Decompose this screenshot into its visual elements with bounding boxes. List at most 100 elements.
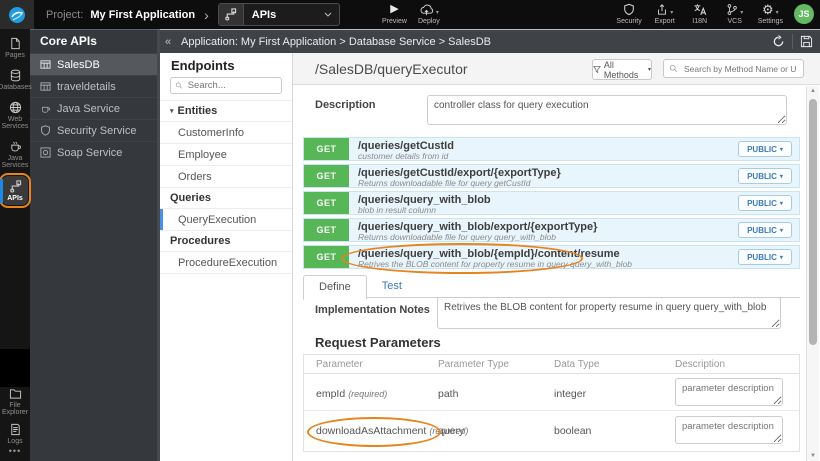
pages-icon	[10, 37, 20, 50]
table-row: downloadAsAttachment (required) query boo…	[304, 410, 799, 451]
endpoints-search-input[interactable]	[185, 79, 277, 92]
sidebar-item-apis[interactable]: APIs	[0, 173, 31, 208]
param-description-textarea[interactable]	[675, 415, 783, 444]
api-item-java-service[interactable]: Java Service	[30, 97, 160, 119]
funnel-icon	[593, 66, 601, 74]
caret-down-icon: ▾	[779, 173, 783, 180]
apis-icon	[9, 180, 21, 193]
endpoint-row[interactable]: GET /queries/getCustId customer details …	[303, 137, 800, 161]
export-button[interactable]: ▾ Export	[653, 3, 677, 25]
endpoint-row[interactable]: GET /queries/getCustId/export/{exportTyp…	[303, 164, 800, 188]
endpoint-item-procedureexecution[interactable]: ProcedureExecution	[160, 252, 292, 274]
param-data-type: boolean	[554, 425, 592, 437]
breadcrumb-bar: « Application: My First Application > Da…	[160, 30, 820, 53]
description-textarea[interactable]: controller class for query execution	[427, 95, 787, 125]
endpoint-item-queryexecution[interactable]: QueryExecution	[160, 209, 292, 231]
project-name: My First Application	[90, 8, 196, 21]
access-dropdown[interactable]: PUBLIC ▾	[738, 195, 792, 211]
preview-button[interactable]: ▶ Preview	[382, 3, 407, 25]
vertical-scrollbar[interactable]: ▲ ▼	[806, 86, 819, 461]
more-button[interactable]: •••	[0, 446, 30, 456]
param-description-textarea[interactable]	[675, 378, 783, 406]
endpoint-description: Returns downloadable file for query quer…	[358, 232, 556, 242]
section-queries[interactable]: Queries	[160, 188, 292, 209]
endpoint-row[interactable]: GET /queries/query_with_blob/{empId}/con…	[303, 243, 800, 274]
table-icon	[40, 59, 51, 70]
deploy-button[interactable]: ▾ Deploy	[417, 3, 441, 25]
endpoints-search[interactable]	[170, 77, 282, 94]
shield-icon	[624, 3, 634, 16]
endpoint-row[interactable]: GET /queries/query_with_blob/export/{exp…	[303, 218, 800, 242]
sidebar-item-file-explorer[interactable]: File Explorer	[0, 387, 30, 416]
main-content: Description controller class for query e…	[293, 84, 806, 461]
section-entities[interactable]: ▾ Entities	[160, 100, 292, 122]
project-label: Project:	[46, 8, 84, 21]
tab-bar: Define Test	[303, 275, 800, 300]
api-item-salesdb[interactable]: SalesDB	[30, 53, 160, 75]
logs-icon	[10, 423, 20, 436]
chevron-down-icon: ▾	[740, 10, 744, 16]
scroll-down-icon[interactable]: ▼	[807, 453, 819, 459]
settings-button[interactable]: ⚙ ▾ Settings	[758, 3, 783, 25]
param-name: empId	[316, 387, 346, 400]
sidebar-item-pages[interactable]: Pages	[0, 37, 30, 59]
col-data-type: Data Type	[554, 358, 600, 370]
vcs-button[interactable]: ▾ VCS	[723, 3, 747, 25]
method-search[interactable]	[663, 59, 804, 78]
caret-down-icon: ▾	[647, 67, 651, 73]
sidebar-item-java-services[interactable]: Java Services	[0, 140, 30, 169]
top-divider	[30, 29, 820, 30]
topbar-center-actions: ▶ Preview ▾ Deploy	[382, 3, 441, 25]
endpoint-row[interactable]: GET /queries/query_with_blob blob in res…	[303, 191, 800, 215]
save-icon[interactable]	[800, 35, 813, 48]
scrollbar-thumb[interactable]	[809, 99, 817, 345]
implementation-notes-textarea[interactable]: Retrives the BLOB content for property r…	[437, 297, 781, 329]
mode-dropdown[interactable]: APIs	[217, 3, 340, 26]
description-label: Description	[315, 99, 376, 111]
endpoint-item-customerinfo[interactable]: CustomerInfo	[160, 122, 292, 144]
implementation-notes-label: Implementation Notes	[315, 304, 430, 316]
access-dropdown[interactable]: PUBLIC ▾	[738, 249, 792, 265]
sidebar-item-logs[interactable]: Logs	[0, 423, 30, 445]
coffee-icon	[10, 141, 21, 152]
gear-icon: ⚙	[762, 2, 774, 17]
security-button[interactable]: Security	[616, 3, 642, 25]
scroll-up-icon[interactable]: ▲	[807, 88, 819, 94]
sidebar-item-databases[interactable]: Databases	[0, 69, 32, 91]
tab-test[interactable]: Test	[367, 275, 417, 298]
param-required: (required)	[429, 426, 469, 436]
user-avatar[interactable]: JS	[794, 4, 814, 24]
app-window: Project: My First Application › APIs ▶ P…	[0, 0, 820, 461]
access-dropdown[interactable]: PUBLIC ▾	[738, 168, 792, 184]
param-name: downloadAsAttachment	[316, 425, 427, 437]
access-dropdown[interactable]: PUBLIC ▾	[738, 141, 792, 157]
tab-define[interactable]: Define	[303, 275, 367, 300]
sidebar-item-web-services[interactable]: Web Services	[0, 101, 30, 130]
col-parameter: Parameter	[316, 358, 363, 370]
caret-down-icon: ▾	[779, 146, 783, 153]
core-apis-sidebar: Core APIs SalesDB traveldetails Java Ser…	[30, 29, 160, 461]
api-item-traveldetails[interactable]: traveldetails	[30, 75, 160, 97]
access-dropdown[interactable]: PUBLIC ▾	[738, 222, 792, 238]
endpoint-item-orders[interactable]: Orders	[160, 166, 292, 188]
collapse-panel-icon[interactable]: «	[160, 36, 176, 48]
section-procedures[interactable]: Procedures	[160, 231, 292, 252]
api-item-security-service[interactable]: Security Service	[30, 119, 160, 141]
endpoint-description: Retrives the BLOB content for property r…	[358, 259, 633, 269]
wavemaker-logo-icon[interactable]	[0, 0, 34, 29]
methods-filter-dropdown[interactable]: All Methods ▾	[592, 59, 652, 80]
api-item-soap-service[interactable]: Soap Service	[30, 141, 160, 163]
param-data-type: integer	[554, 387, 587, 400]
i18n-button[interactable]: I18N	[688, 3, 712, 25]
method-badge: GET	[304, 192, 349, 214]
method-search-input[interactable]	[682, 62, 798, 75]
mode-dropdown-value: APIs	[251, 8, 277, 21]
page-title: /SalesDB/queryExecutor	[315, 61, 468, 77]
col-description: Description	[675, 358, 726, 370]
request-parameters-title: Request Parameters	[315, 335, 441, 350]
refresh-icon[interactable]	[772, 35, 785, 48]
chevron-down-icon	[324, 12, 332, 17]
endpoint-item-employee[interactable]: Employee	[160, 144, 292, 166]
caret-down-icon: ▾	[779, 254, 783, 261]
breadcrumb: Application: My First Application > Data…	[181, 35, 491, 48]
